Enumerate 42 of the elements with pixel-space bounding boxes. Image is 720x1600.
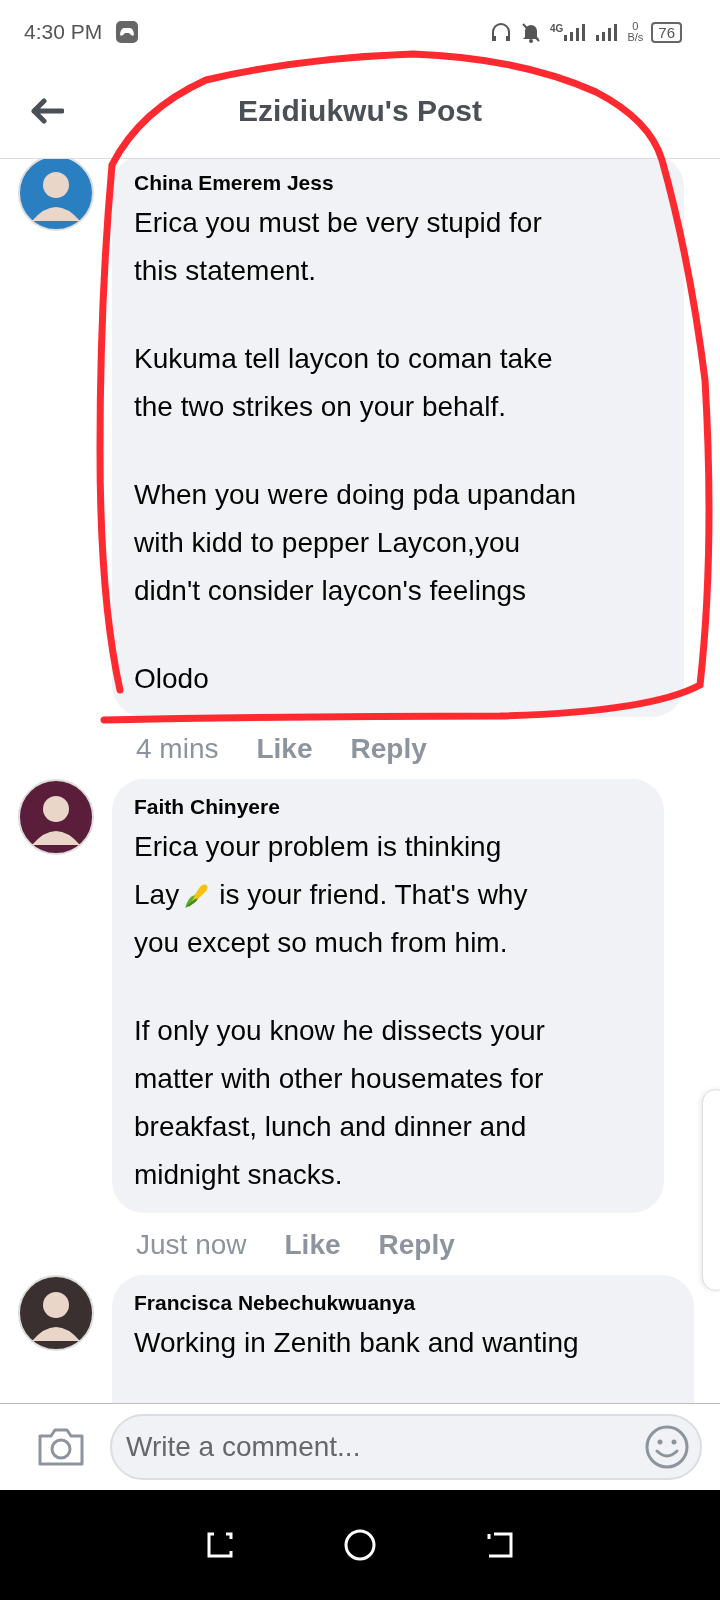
speed-unit: B/s xyxy=(627,32,644,43)
comment-field[interactable]: Write a comment... xyxy=(110,1414,702,1480)
like-button[interactable]: Like xyxy=(284,1229,341,1261)
comment-text: is your friend. That's why xyxy=(219,878,528,912)
comment-text: with kidd to pepper Laycon,you xyxy=(134,526,521,560)
page-title: Ezidiukwu's Post xyxy=(238,94,482,128)
emoji-icon[interactable] xyxy=(644,1424,690,1470)
speed-value: 0 xyxy=(632,21,639,32)
reply-button[interactable]: Reply xyxy=(350,733,427,765)
author-name[interactable]: China Emerem Jess xyxy=(134,171,664,195)
signal-icon xyxy=(563,23,588,41)
headphones-icon xyxy=(490,21,513,43)
comment-text: matter with other housemates for xyxy=(134,1062,544,1096)
signal-icon xyxy=(595,23,620,41)
comment-text: Erica you must be very stupid for xyxy=(134,206,542,240)
comment-time: 4 mins xyxy=(136,733,219,765)
camera-icon[interactable] xyxy=(36,1426,86,1468)
muted-bell-icon xyxy=(520,21,543,43)
comment-text: the two strikes on your behalf. xyxy=(134,390,506,424)
comment-text: midnight snacks. xyxy=(134,1158,343,1192)
comment-text: Working in Zenith bank and wanting xyxy=(134,1326,579,1360)
battery-indicator: 76 xyxy=(651,21,682,43)
reply-button[interactable]: Reply xyxy=(378,1229,455,1261)
comment-text: When you were doing pda upandan xyxy=(134,478,577,512)
comment-text: didn't consider laycon's feelings xyxy=(134,574,527,608)
network-type: 4G xyxy=(550,23,564,34)
comment-time: Just now xyxy=(136,1229,247,1261)
comment-text: Olodo xyxy=(134,662,209,696)
author-name[interactable]: Faith Chinyere xyxy=(134,795,644,819)
comment-text: breakfast, lunch and dinner and xyxy=(134,1110,527,1144)
comment-text: Kukuma tell laycon to coman take xyxy=(134,342,553,376)
comment-text: this statement. xyxy=(134,254,317,288)
clock: 4:30 PM xyxy=(24,20,103,44)
comment-text: If only you know he dissects your xyxy=(134,1014,545,1048)
like-button[interactable]: Like xyxy=(256,733,313,765)
comment-text: you except so much from him. xyxy=(134,926,508,960)
author-name[interactable]: Francisca Nebechukwuanya xyxy=(134,1291,674,1315)
comment-text: Lay xyxy=(134,878,180,912)
back-icon[interactable] xyxy=(30,98,64,124)
comment-text: Erica your problem is thinking xyxy=(134,830,502,864)
home-icon[interactable] xyxy=(343,1528,377,1562)
gamepad-icon xyxy=(116,21,139,43)
